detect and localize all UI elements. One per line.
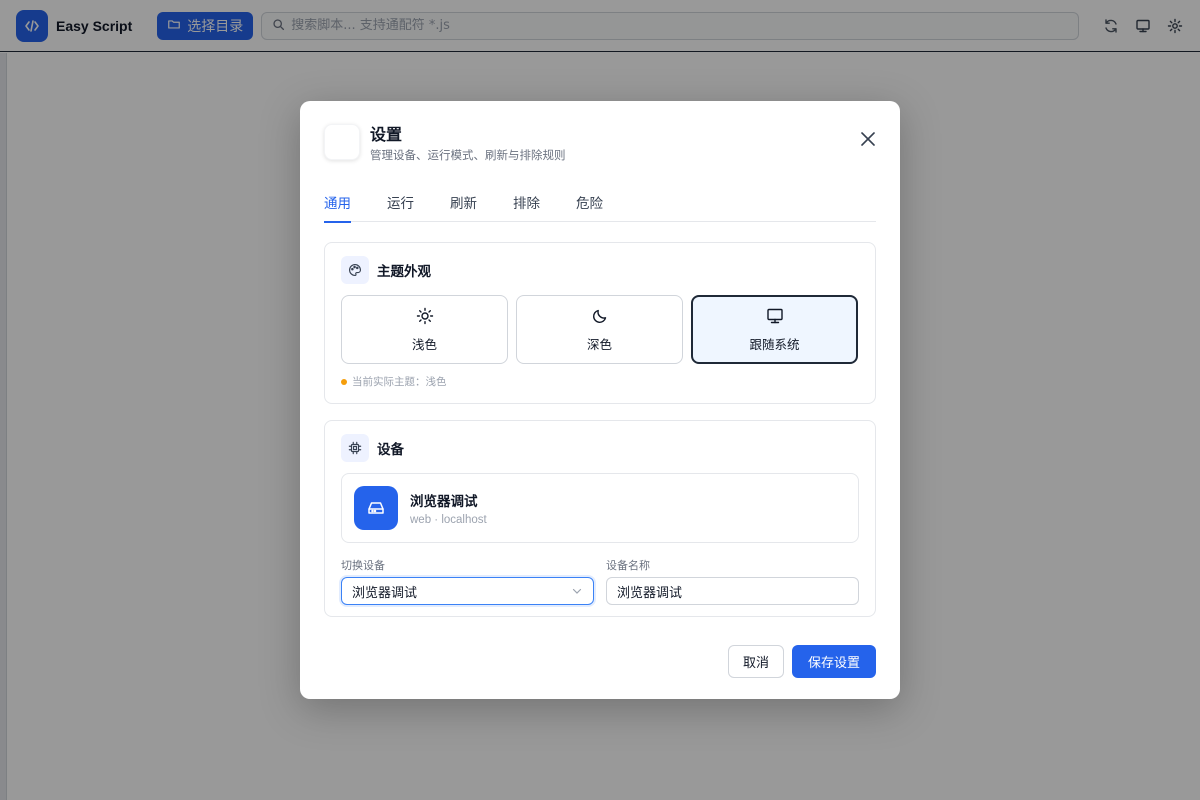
theme-option-dark[interactable]: 深色 (516, 295, 683, 364)
device-card-header: 设备 (341, 434, 404, 462)
theme-options: 浅色 深色 跟随系统 (341, 295, 858, 364)
device-card: 设备 浏览器调试 web · localhost 切换设备 设备名称 浏览器调试 (324, 420, 876, 617)
dialog-avatar (324, 124, 360, 160)
switch-device-label: 切换设备 (341, 559, 385, 572)
app-root: Easy Script 选择目录 搜索脚本... 支持通配符 *.js 设置 管… (0, 0, 1200, 800)
current-device-info: 浏览器调试 web · localhost (341, 473, 859, 543)
tab-general[interactable]: 通用 (324, 187, 351, 223)
settings-tabs: 通用 运行 刷新 排除 危险 (324, 187, 876, 223)
device-meta: web · localhost (410, 514, 487, 526)
status-dot (341, 378, 347, 385)
current-theme-text: 当前实际主题：浅色 (352, 376, 447, 388)
monitor-icon (766, 307, 784, 329)
tab-danger[interactable]: 危险 (576, 187, 603, 222)
theme-option-label: 浅色 (411, 336, 437, 352)
tab-exclude[interactable]: 排除 (513, 187, 540, 222)
palette-icon (341, 256, 369, 284)
dialog-header: 设置 管理设备、运行模式、刷新与排除规则 (324, 121, 566, 163)
device-card-title: 设备 (377, 442, 404, 458)
theme-card-header: 主题外观 (341, 256, 431, 284)
switch-device-value: 浏览器调试 (352, 585, 418, 601)
dialog-title: 设置 (370, 125, 403, 144)
device-name: 浏览器调试 (410, 494, 478, 510)
chip-icon (341, 434, 369, 462)
close-icon[interactable] (858, 129, 878, 149)
current-theme-note: 当前实际主题：浅色 (341, 374, 447, 389)
chevron-down-icon (571, 585, 583, 597)
theme-card-title: 主题外观 (377, 264, 431, 280)
theme-option-label: 跟随系统 (749, 336, 800, 352)
switch-device-select[interactable]: 浏览器调试 (341, 577, 594, 605)
hard-drive-icon (354, 486, 398, 530)
moon-icon (591, 307, 609, 329)
save-settings-button[interactable]: 保存设置 (792, 645, 876, 678)
theme-card: 主题外观 浅色 深色 跟随系统 当前实际主题：浅色 (324, 242, 876, 404)
dialog-subtitle: 管理设备、运行模式、刷新与排除规则 (370, 148, 566, 162)
theme-option-light[interactable]: 浅色 (341, 295, 508, 364)
settings-dialog: 设置 管理设备、运行模式、刷新与排除规则 通用 运行 刷新 排除 危险 主题外观… (300, 101, 900, 699)
sun-icon (416, 307, 434, 329)
device-name-label: 设备名称 (606, 559, 650, 572)
theme-option-system[interactable]: 跟随系统 (691, 295, 858, 364)
tab-refresh[interactable]: 刷新 (450, 187, 477, 222)
theme-option-label: 深色 (586, 336, 612, 352)
device-name-input[interactable] (606, 577, 859, 605)
cancel-button[interactable]: 取消 (728, 645, 784, 678)
tab-run[interactable]: 运行 (387, 187, 414, 222)
